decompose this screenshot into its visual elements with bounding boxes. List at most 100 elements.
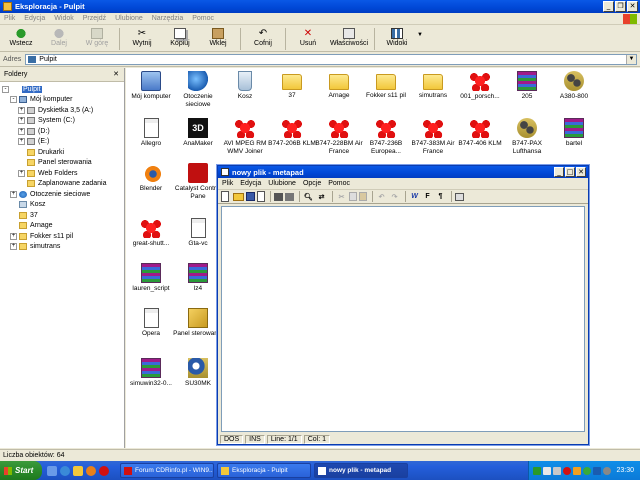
- desktop-item[interactable]: Panel sterowania: [173, 308, 223, 353]
- settings-icon[interactable]: [455, 192, 464, 201]
- undo-icon[interactable]: ↶: [376, 191, 387, 202]
- desktop-item[interactable]: A380-800: [549, 71, 599, 116]
- menu-go[interactable]: Przejdź: [83, 15, 106, 22]
- copy-icon[interactable]: [349, 192, 357, 201]
- messenger-icon[interactable]: [583, 466, 591, 475]
- desktop-item[interactable]: 205: [502, 71, 552, 116]
- desktop-item[interactable]: Allegro: [126, 118, 176, 163]
- menu-edit[interactable]: Edycja: [24, 15, 45, 22]
- desktop-item[interactable]: great-shutt...: [126, 218, 176, 263]
- desktop-item[interactable]: B747-206B KLM: [267, 118, 317, 163]
- expand-icon[interactable]: +: [18, 117, 25, 125]
- tree-item[interactable]: + Dyskietka 3,5 (A:): [0, 105, 124, 116]
- tree-item[interactable]: + Web Folders: [0, 168, 124, 179]
- desktop-item[interactable]: Kosz: [220, 71, 270, 116]
- expand-icon[interactable]: +: [18, 127, 25, 135]
- menu-tools[interactable]: Narzędzia: [152, 15, 184, 22]
- expand-icon[interactable]: +: [18, 106, 25, 114]
- desktop-item[interactable]: B747-383M Air France: [408, 118, 458, 163]
- tree-item[interactable]: Kosz: [0, 200, 124, 211]
- taskbar-task[interactable]: Forum CDRinfo.pl - WIN9...: [120, 463, 214, 478]
- tree-item[interactable]: Drukarki: [0, 147, 124, 158]
- tree-item[interactable]: + simutrans: [0, 242, 124, 253]
- desktop-item[interactable]: lauren_script: [126, 263, 176, 308]
- tree-item[interactable]: Panel sterowania: [0, 158, 124, 169]
- menu-file[interactable]: Plik: [222, 180, 233, 187]
- menu-edit[interactable]: Edycja: [240, 180, 261, 187]
- word-wrap-icon[interactable]: W: [409, 191, 420, 202]
- taskbar-task[interactable]: Eksploracja - Pulpit: [217, 463, 311, 478]
- desktop-item[interactable]: Opera: [126, 308, 176, 353]
- menu-file[interactable]: Plik: [4, 15, 15, 22]
- desktop-item[interactable]: B747-236B Europea...: [361, 118, 411, 163]
- cut-icon[interactable]: ✂: [336, 191, 347, 202]
- close-button[interactable]: ✕: [627, 1, 638, 12]
- print-preview-icon[interactable]: [285, 192, 294, 201]
- security-icon[interactable]: [563, 466, 571, 475]
- tree-item[interactable]: + System (C:): [0, 116, 124, 127]
- desktop-item[interactable]: Arnage: [314, 71, 364, 116]
- menu-favorites[interactable]: Ulubione: [115, 15, 143, 22]
- undo-button[interactable]: ↶ Cofnij: [244, 26, 282, 51]
- tree-item[interactable]: + Otoczenie sieciowe: [0, 189, 124, 200]
- taskbar-task[interactable]: nowy plik - metapad: [314, 463, 408, 478]
- volume-icon[interactable]: [553, 466, 561, 475]
- desktop-item[interactable]: Gta-vc: [173, 218, 223, 263]
- desktop-item[interactable]: lz4: [173, 263, 223, 308]
- expand-icon[interactable]: +: [10, 243, 17, 251]
- collapse-icon[interactable]: -: [2, 85, 9, 93]
- views-dropdown-arrow[interactable]: ▼: [416, 26, 424, 38]
- tree-item[interactable]: + (E:): [0, 137, 124, 148]
- menu-help[interactable]: Pomoc: [328, 180, 350, 187]
- up-button[interactable]: W górę: [78, 26, 116, 51]
- paste-icon[interactable]: [359, 192, 367, 201]
- browser-icon[interactable]: [60, 465, 70, 476]
- collapse-icon[interactable]: -: [10, 96, 17, 104]
- clock[interactable]: 23:30: [616, 467, 634, 474]
- explorer-title-bar[interactable]: Eksploracja - Pulpit _ ❐ ✕: [0, 0, 640, 13]
- desktop-item[interactable]: B747-406 KLM: [455, 118, 505, 163]
- expand-icon[interactable]: +: [10, 232, 17, 240]
- address-field[interactable]: Pulpit ▼: [25, 54, 637, 65]
- desktop-item[interactable]: Blender: [126, 163, 176, 208]
- desktop-item[interactable]: bartel: [549, 118, 599, 163]
- desktop-item[interactable]: simutrans: [408, 71, 458, 116]
- desktop-item[interactable]: B747-PAX Lufthansa: [502, 118, 552, 163]
- media-player-icon[interactable]: [86, 465, 96, 476]
- address-dropdown-arrow[interactable]: ▼: [626, 55, 636, 64]
- menu-options[interactable]: Opcje: [303, 180, 321, 187]
- metapad-text-area[interactable]: [221, 206, 585, 432]
- tree-item[interactable]: + (D:): [0, 126, 124, 137]
- tree-item[interactable]: Zaplanowane zadania: [0, 179, 124, 190]
- cut-button[interactable]: ✂ Wytnij: [123, 26, 161, 51]
- desktop-item[interactable]: 3D AnaMaker: [173, 118, 223, 163]
- print-icon[interactable]: [274, 192, 283, 201]
- menu-view[interactable]: Widok: [54, 15, 73, 22]
- desktop-item[interactable]: 001_porsch...: [455, 71, 505, 116]
- save-as-icon[interactable]: [257, 191, 265, 202]
- new-file-icon[interactable]: [221, 191, 229, 202]
- minimize-button[interactable]: _: [554, 167, 564, 177]
- desktop-item[interactable]: 37: [267, 71, 317, 116]
- open-folder-icon[interactable]: [233, 192, 244, 201]
- copy-button[interactable]: Kopiuj: [161, 26, 199, 51]
- show-desktop-icon[interactable]: [47, 465, 57, 476]
- minimize-button[interactable]: _: [603, 1, 614, 12]
- find-magnifier-icon[interactable]: 🔍︎: [303, 191, 314, 202]
- desktop-item[interactable]: Catalyst Control Pane: [173, 163, 223, 208]
- language-icon[interactable]: [533, 466, 541, 475]
- opera-icon[interactable]: [99, 465, 109, 476]
- metapad-title-bar[interactable]: nowy plik - metapad _ □ ✕: [218, 166, 588, 178]
- tree-item[interactable]: 37: [0, 210, 124, 221]
- views-button[interactable]: Widoki: [378, 26, 416, 51]
- settings-gear-icon[interactable]: [603, 466, 611, 475]
- desktop-item[interactable]: Mój komputer: [126, 71, 176, 116]
- paste-button[interactable]: Wklej: [199, 26, 237, 51]
- explorer-icon[interactable]: [73, 465, 83, 476]
- replace-icon[interactable]: ⇄: [316, 191, 327, 202]
- forward-button[interactable]: Dalej: [40, 26, 78, 51]
- font-icon[interactable]: F: [422, 191, 433, 202]
- expand-icon[interactable]: +: [18, 138, 25, 146]
- expand-icon[interactable]: +: [10, 190, 17, 198]
- restore-button[interactable]: ❐: [615, 1, 626, 12]
